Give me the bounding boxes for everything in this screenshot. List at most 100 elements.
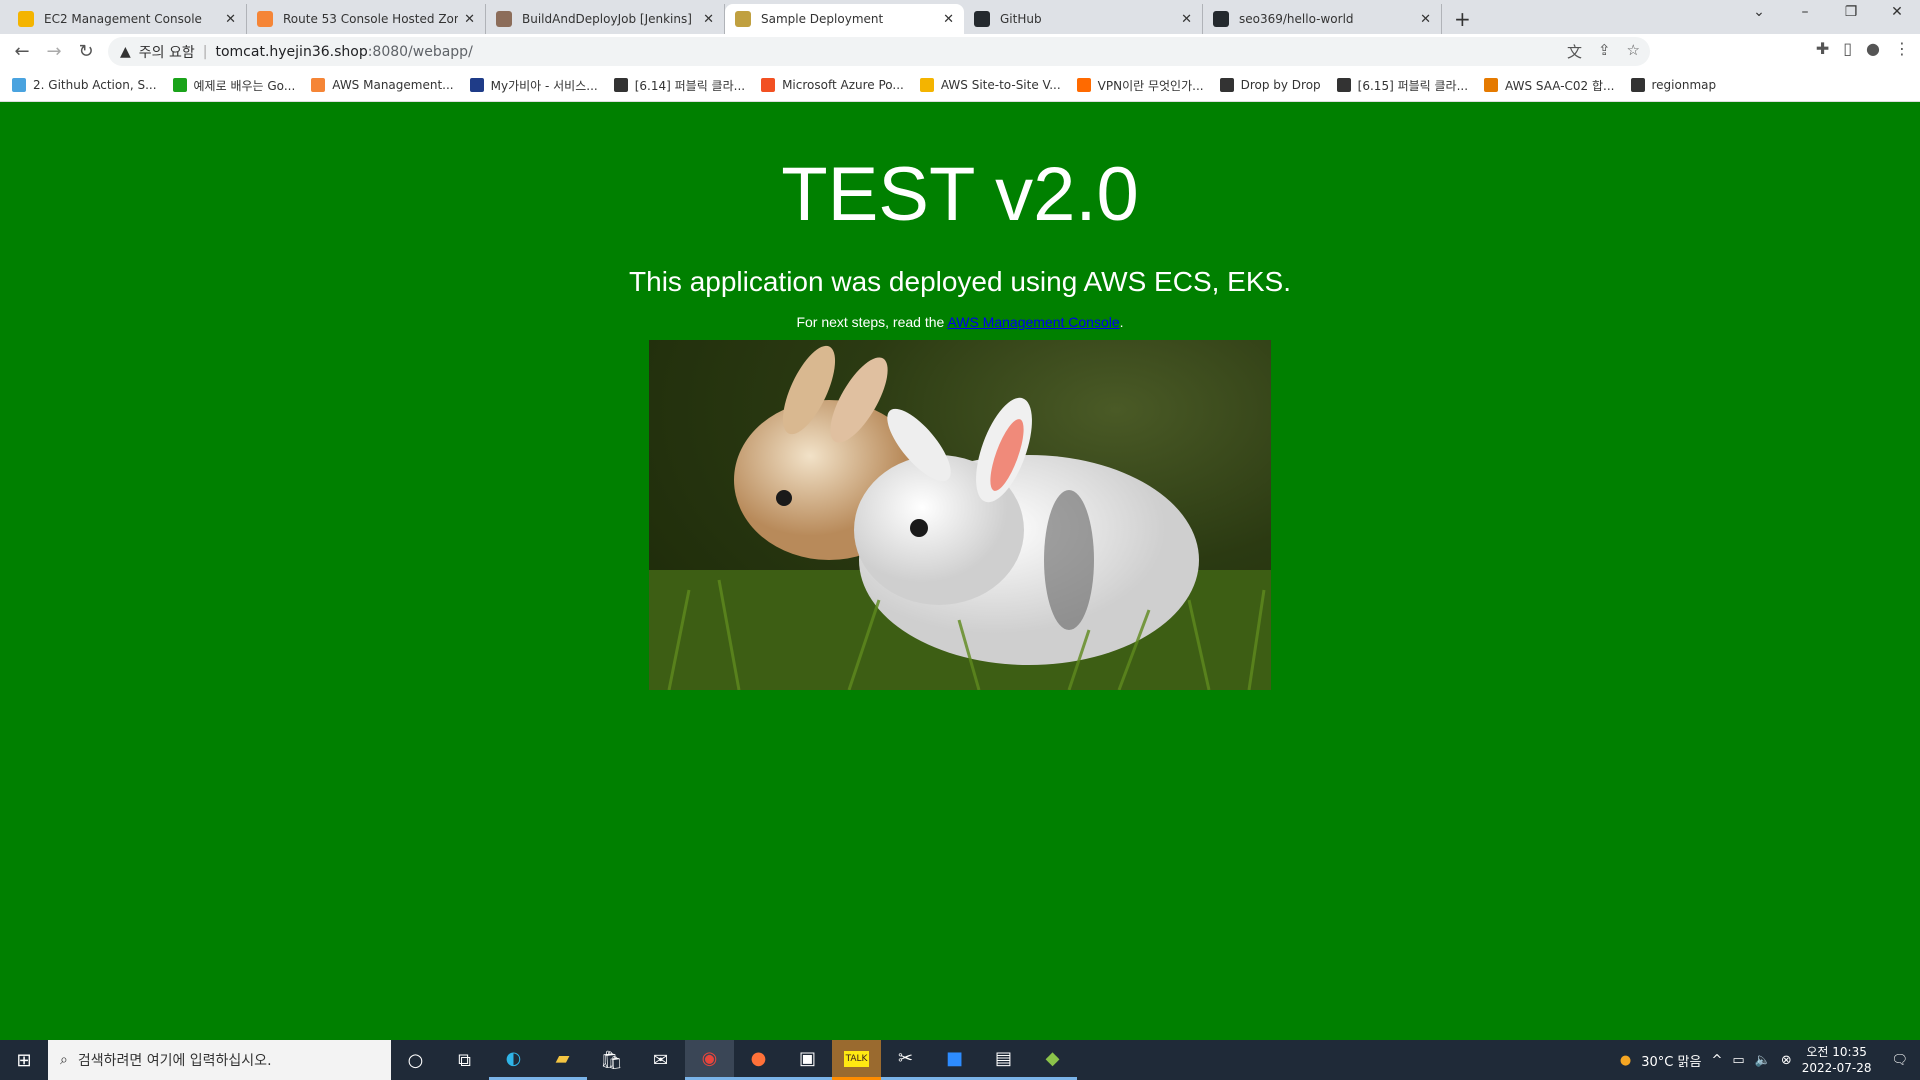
bookmark-label: regionmap: [1651, 78, 1717, 92]
back-button[interactable]: ←: [6, 41, 38, 62]
bookmark-favicon-icon: [1484, 78, 1499, 92]
restore-button[interactable]: ❐: [1828, 4, 1874, 20]
reload-button[interactable]: ↻: [70, 41, 102, 62]
tab-favicon-icon: [735, 11, 751, 27]
weather-text[interactable]: 30°C 맑음: [1641, 1051, 1701, 1070]
address-bar[interactable]: ▲ 주의 요함 | tomcat.hyejin36.shop:8080/weba…: [108, 37, 1650, 66]
bookmark-item[interactable]: 예제로 배우는 Go...: [172, 77, 296, 94]
zoom-icon[interactable]: ■: [930, 1040, 979, 1080]
url-text[interactable]: tomcat.hyejin36.shop:8080/webapp/: [215, 44, 472, 60]
page-title: TEST v2.0: [781, 152, 1139, 237]
new-tab-button[interactable]: +: [1454, 4, 1471, 34]
close-tab-icon[interactable]: ✕: [1420, 12, 1431, 27]
mail-icon[interactable]: ✉: [636, 1040, 685, 1080]
bookmark-label: Microsoft Azure Po...: [782, 78, 904, 92]
bookmark-item[interactable]: My가비아 - 서비스...: [469, 77, 598, 94]
tab-label: Route 53 Console Hosted Zones: [283, 12, 459, 26]
bookmark-item[interactable]: AWS Management...: [311, 78, 454, 92]
share-icon[interactable]: ⇪: [1598, 41, 1611, 62]
search-icon: ⌕: [60, 1052, 68, 1068]
star-icon[interactable]: ☆: [1627, 41, 1640, 62]
network-icon[interactable]: ▭: [1732, 1053, 1744, 1068]
minimize-button[interactable]: –: [1782, 4, 1828, 20]
tab-label: BuildAndDeployJob [Jenkins]: [522, 12, 692, 26]
weather-icon[interactable]: ●: [1620, 1053, 1631, 1068]
bookmark-label: VPN이란 무엇인가...: [1097, 78, 1204, 93]
warning-icon[interactable]: ▲: [120, 44, 131, 60]
windows-start-button[interactable]: ⊞: [0, 1050, 48, 1071]
notepad-icon[interactable]: ▤: [979, 1040, 1028, 1080]
close-tab-icon[interactable]: ✕: [464, 12, 475, 27]
tab-3[interactable]: BuildAndDeployJob [Jenkins] ✕: [486, 4, 725, 34]
bookmark-item[interactable]: 2. Github Action, S...: [12, 78, 157, 92]
show-hidden-icons[interactable]: ^: [1711, 1053, 1722, 1068]
status-x-icon[interactable]: ⊗: [1781, 1053, 1792, 1068]
extensions-icon[interactable]: ✚: [1816, 39, 1829, 58]
bookmark-label: AWS Site-to-Site V...: [940, 78, 1061, 92]
clock-date: 2022-07-28: [1801, 1061, 1872, 1075]
volume-muted-icon[interactable]: 🔈: [1755, 1053, 1771, 1068]
bookmark-item[interactable]: VPN이란 무엇인가...: [1076, 77, 1204, 94]
close-window-button[interactable]: ✕: [1874, 4, 1920, 20]
close-tab-icon[interactable]: ✕: [943, 12, 954, 27]
bookmark-favicon-icon: [1336, 78, 1351, 92]
system-tray: ● 30°C 맑음 ^ ▭ 🔈 ⊗ 오전 10:35 2022-07-28 🗨: [1620, 1040, 1908, 1080]
close-tab-icon[interactable]: ✕: [1181, 12, 1192, 27]
task-view-icon[interactable]: ⧉: [440, 1040, 489, 1080]
page-subtitle: This application was deployed using AWS …: [629, 266, 1291, 297]
tab-label: Sample Deployment: [761, 12, 884, 26]
tab-2[interactable]: Route 53 Console Hosted Zones ✕: [247, 4, 486, 34]
tab-label: EC2 Management Console: [44, 12, 202, 26]
bookmark-item[interactable]: Drop by Drop: [1219, 78, 1321, 92]
bookmark-item[interactable]: AWS SAA-C02 합...: [1484, 77, 1615, 94]
taskbar-search-input[interactable]: ⌕ 검색하려면 여기에 입력하십시오.: [48, 1040, 391, 1080]
profile-avatar[interactable]: ●: [1866, 39, 1880, 58]
forward-button[interactable]: →: [38, 41, 70, 62]
bookmark-item[interactable]: [6.15] 퍼블릭 클라...: [1336, 77, 1468, 94]
close-tab-icon[interactable]: ✕: [703, 12, 714, 27]
tab-5[interactable]: GitHub ✕: [964, 4, 1203, 34]
menu-icon[interactable]: ⋮: [1894, 39, 1910, 58]
url-path: :8080/webapp/: [367, 43, 473, 60]
translate-icon[interactable]: ⽂: [1567, 41, 1582, 62]
tab-search-icon[interactable]: ⌄: [1736, 4, 1782, 20]
notifications-icon[interactable]: 🗨: [1891, 1053, 1908, 1068]
tab-favicon-icon: [1213, 11, 1229, 27]
firefox-icon[interactable]: ●: [734, 1040, 783, 1080]
side-panel-icon[interactable]: ▯: [1843, 39, 1852, 58]
bookmark-label: AWS SAA-C02 합...: [1505, 78, 1615, 93]
bookmark-label: 예제로 배우는 Go...: [193, 78, 296, 93]
security-label[interactable]: 주의 요함: [139, 42, 195, 62]
tab-4[interactable]: Sample Deployment ✕: [725, 4, 964, 34]
bookmark-label: My가비아 - 서비스...: [490, 78, 598, 93]
cortana-icon[interactable]: ○: [391, 1040, 440, 1080]
chrome-icon[interactable]: ◉: [685, 1040, 734, 1080]
web-page: TEST v2.0 This application was deployed …: [0, 102, 1920, 1040]
bookmark-favicon-icon: [919, 78, 934, 92]
tab-6[interactable]: seo369/hello-world ✕: [1203, 4, 1442, 34]
snipping-tool-icon[interactable]: ✂: [881, 1040, 930, 1080]
kakaotalk-icon[interactable]: TALK: [832, 1040, 881, 1080]
tab-favicon-icon: [496, 11, 512, 27]
tab-label: seo369/hello-world: [1239, 12, 1354, 26]
bookmark-favicon-icon: [12, 78, 26, 92]
bookmark-item[interactable]: regionmap: [1630, 78, 1717, 92]
bookmark-item[interactable]: [6.14] 퍼블릭 클라...: [613, 77, 745, 94]
clock[interactable]: 오전 10:35 2022-07-28: [1802, 1044, 1872, 1076]
bookmark-favicon-icon: [1219, 78, 1234, 92]
aws-console-link[interactable]: AWS Management Console: [947, 314, 1119, 330]
bookmark-item[interactable]: AWS Site-to-Site V...: [919, 78, 1061, 92]
tab-label: GitHub: [1000, 12, 1042, 26]
git-icon[interactable]: ◆: [1028, 1040, 1077, 1080]
search-placeholder: 검색하려면 여기에 입력하십시오.: [77, 1053, 272, 1069]
bookmark-item[interactable]: Microsoft Azure Po...: [761, 78, 904, 92]
bookmark-favicon-icon: [469, 78, 484, 92]
paint-icon[interactable]: ▣: [783, 1040, 832, 1080]
store-icon[interactable]: 🛍: [587, 1040, 636, 1080]
close-tab-icon[interactable]: ✕: [225, 12, 236, 27]
tab-favicon-icon: [974, 11, 990, 27]
bookmark-favicon-icon: [311, 78, 326, 92]
tab-1[interactable]: EC2 Management Console ✕: [8, 4, 247, 34]
file-explorer-icon[interactable]: ▰: [538, 1040, 587, 1080]
edge-icon[interactable]: ◐: [489, 1040, 538, 1080]
